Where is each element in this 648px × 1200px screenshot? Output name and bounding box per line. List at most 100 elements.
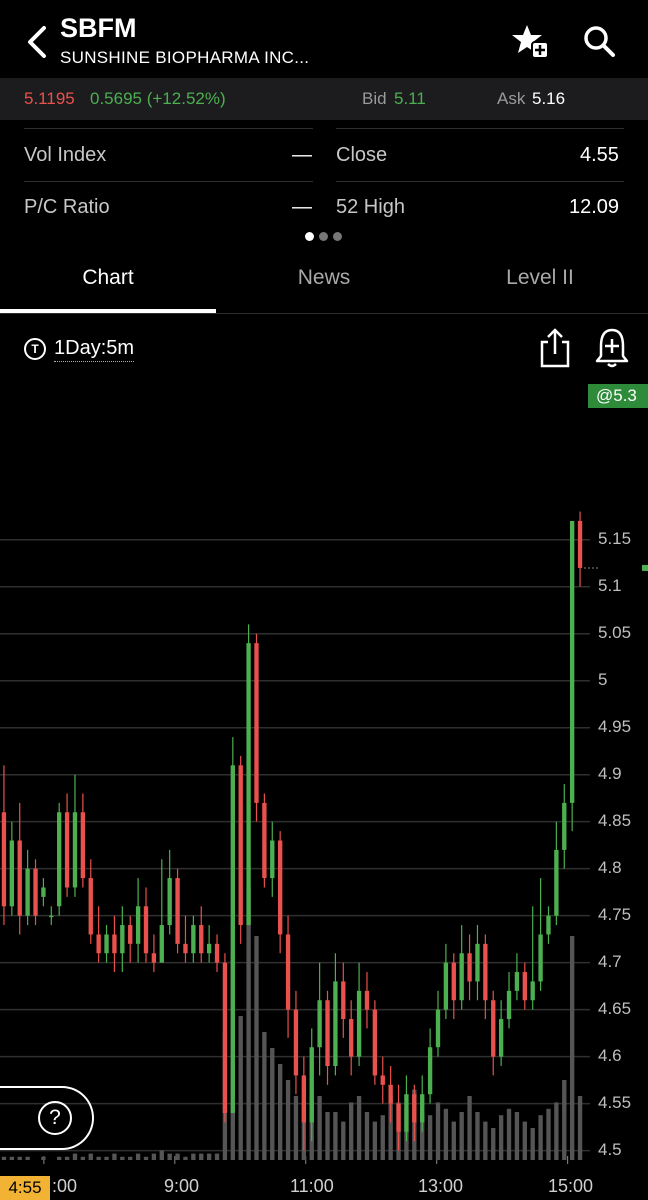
candle-body <box>285 934 291 1010</box>
volume-bar <box>88 1153 93 1160</box>
volume-bar <box>17 1156 22 1160</box>
candle-body <box>135 906 141 944</box>
volume-bar <box>135 1153 141 1160</box>
candle-body <box>112 934 117 954</box>
ask-value: 5.16 <box>532 89 566 108</box>
volume-bar <box>577 1096 583 1160</box>
volume-bar <box>498 1115 504 1160</box>
star-plus-icon <box>512 25 549 59</box>
share-button[interactable] <box>536 326 574 370</box>
candle-body <box>214 943 220 963</box>
candle-body <box>546 915 551 935</box>
back-button[interactable] <box>22 22 54 62</box>
volume-bar <box>554 1102 559 1160</box>
candle-body <box>57 812 62 907</box>
x-tick-label: 11:00 <box>290 1176 334 1196</box>
candle-body <box>293 1009 299 1076</box>
price-chart[interactable] <box>0 380 648 1200</box>
page-dot[interactable] <box>333 232 342 241</box>
candle-body <box>175 878 180 944</box>
candle-body <box>514 972 520 991</box>
tab-chart[interactable]: Chart <box>0 266 216 290</box>
candle-body <box>372 1009 378 1076</box>
candle-body <box>491 1000 496 1057</box>
candle-body <box>167 878 172 926</box>
candle-body <box>277 840 283 935</box>
volume-bar <box>214 1153 220 1160</box>
page-dot-active[interactable] <box>305 232 314 241</box>
candle-body <box>530 981 535 1001</box>
candle-body <box>349 1019 354 1057</box>
page-dot[interactable] <box>319 232 328 241</box>
volume-bar <box>514 1112 520 1160</box>
volume-bar <box>380 1115 385 1160</box>
candle-body <box>191 925 196 954</box>
timeframe-icon: T <box>24 338 46 360</box>
volume-bar <box>206 1153 212 1160</box>
candle-body <box>246 643 251 926</box>
candle-body <box>17 840 22 916</box>
x-tick-label: :00 <box>52 1176 78 1196</box>
candle-body <box>222 962 228 1114</box>
candle-body <box>270 840 275 879</box>
candle-body <box>206 943 212 954</box>
candle-body <box>451 962 456 1001</box>
volume-bar <box>277 1064 283 1160</box>
candle-body <box>64 812 70 888</box>
stat-value-close: 4.55 <box>580 144 619 166</box>
volume-bar <box>562 1080 567 1160</box>
y-tick-label: 5.15 <box>598 528 632 548</box>
bid-label: Bid <box>362 89 387 108</box>
volume-bar <box>128 1156 133 1160</box>
candle-body <box>483 943 488 1001</box>
alert-bell-icon <box>595 328 629 368</box>
tab-news[interactable]: News <box>216 266 432 290</box>
y-tick-label: 4.9 <box>598 763 622 783</box>
volume-bar <box>72 1153 78 1160</box>
price-alert-button[interactable] <box>592 326 632 370</box>
candle-body <box>151 953 157 963</box>
candle-body <box>199 925 204 954</box>
last-price-marker <box>642 564 648 571</box>
volume-bar <box>349 1102 354 1160</box>
candle-body <box>522 972 527 1001</box>
candle-body <box>388 1084 393 1104</box>
volume-bar <box>104 1156 109 1160</box>
candle-body <box>475 943 480 982</box>
candle-body <box>33 868 38 916</box>
volume-bar <box>9 1156 15 1160</box>
tab-level-ii[interactable]: Level II <box>432 266 648 290</box>
candle-body <box>459 953 464 1001</box>
ticker-symbol: SBFM <box>60 13 137 43</box>
y-tick-label: 4.8 <box>598 857 622 877</box>
timeframe-selector[interactable]: 1Day:5m <box>54 337 135 362</box>
candle-body <box>262 802 267 879</box>
candle-body <box>9 840 15 907</box>
volume-bar <box>325 1112 330 1160</box>
price-change: 0.5695 (+12.52%) <box>90 89 226 108</box>
candle-body <box>104 934 109 954</box>
divider <box>24 181 313 182</box>
candle-body <box>427 1047 433 1095</box>
volume-bar <box>41 1156 46 1160</box>
search-button[interactable] <box>580 22 620 62</box>
candle-body <box>412 1094 417 1123</box>
candle-body <box>498 1019 504 1057</box>
volume-bar <box>341 1121 346 1160</box>
candle-body <box>183 943 188 954</box>
volume-bar <box>506 1108 512 1160</box>
candle-body <box>80 812 86 879</box>
volume-bar <box>333 1112 338 1160</box>
add-to-watchlist-button[interactable] <box>510 22 550 62</box>
candle-body <box>143 906 149 954</box>
volume-bar <box>175 1153 180 1160</box>
stat-label-close: Close <box>336 144 388 166</box>
search-icon <box>584 26 615 57</box>
candle-body <box>254 643 259 803</box>
last-price: 5.1195 <box>24 89 75 108</box>
volume-bar <box>483 1121 488 1160</box>
volume-bar <box>538 1115 543 1160</box>
volume-bar <box>546 1108 551 1160</box>
crosshair-time-badge: 4:55 <box>0 1176 50 1200</box>
volume-bar <box>1 1156 7 1160</box>
